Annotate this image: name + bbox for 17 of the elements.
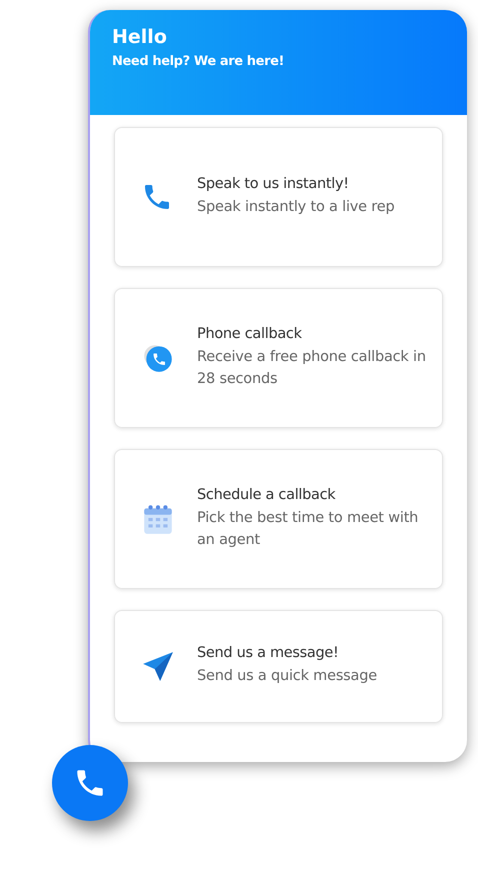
greeting-subtitle: Need help? We are here! bbox=[112, 54, 286, 69]
greeting-title: Hello bbox=[112, 26, 168, 48]
calendar-icon bbox=[141, 502, 175, 536]
option-card[interactable]: Phone callback Receive a free phone callback in 28 seconds bbox=[114, 288, 443, 428]
option-description: Receive a free phone callback in 28 seconds bbox=[197, 348, 427, 388]
option-title: Schedule a callback bbox=[197, 486, 336, 503]
send-icon bbox=[141, 650, 175, 684]
option-title: Send us a message! bbox=[197, 645, 340, 662]
option-description: Send us a quick message bbox=[197, 667, 377, 686]
option-card[interactable]: Schedule a callback Pick the best time to meet with an agent bbox=[114, 449, 443, 589]
option-description: Speak instantly to a live rep bbox=[197, 198, 394, 217]
option-title: Speak to us instantly! bbox=[197, 176, 350, 192]
call-button[interactable] bbox=[52, 745, 128, 821]
option-card[interactable]: Send us a message! Send us a quick message bbox=[114, 610, 443, 723]
option-description: Pick the best time to meet with an agent bbox=[197, 508, 420, 550]
option-card[interactable]: Speak to us instantly! Speak instantly to a live rep bbox=[114, 127, 443, 267]
option-title: Phone callback bbox=[197, 326, 303, 342]
